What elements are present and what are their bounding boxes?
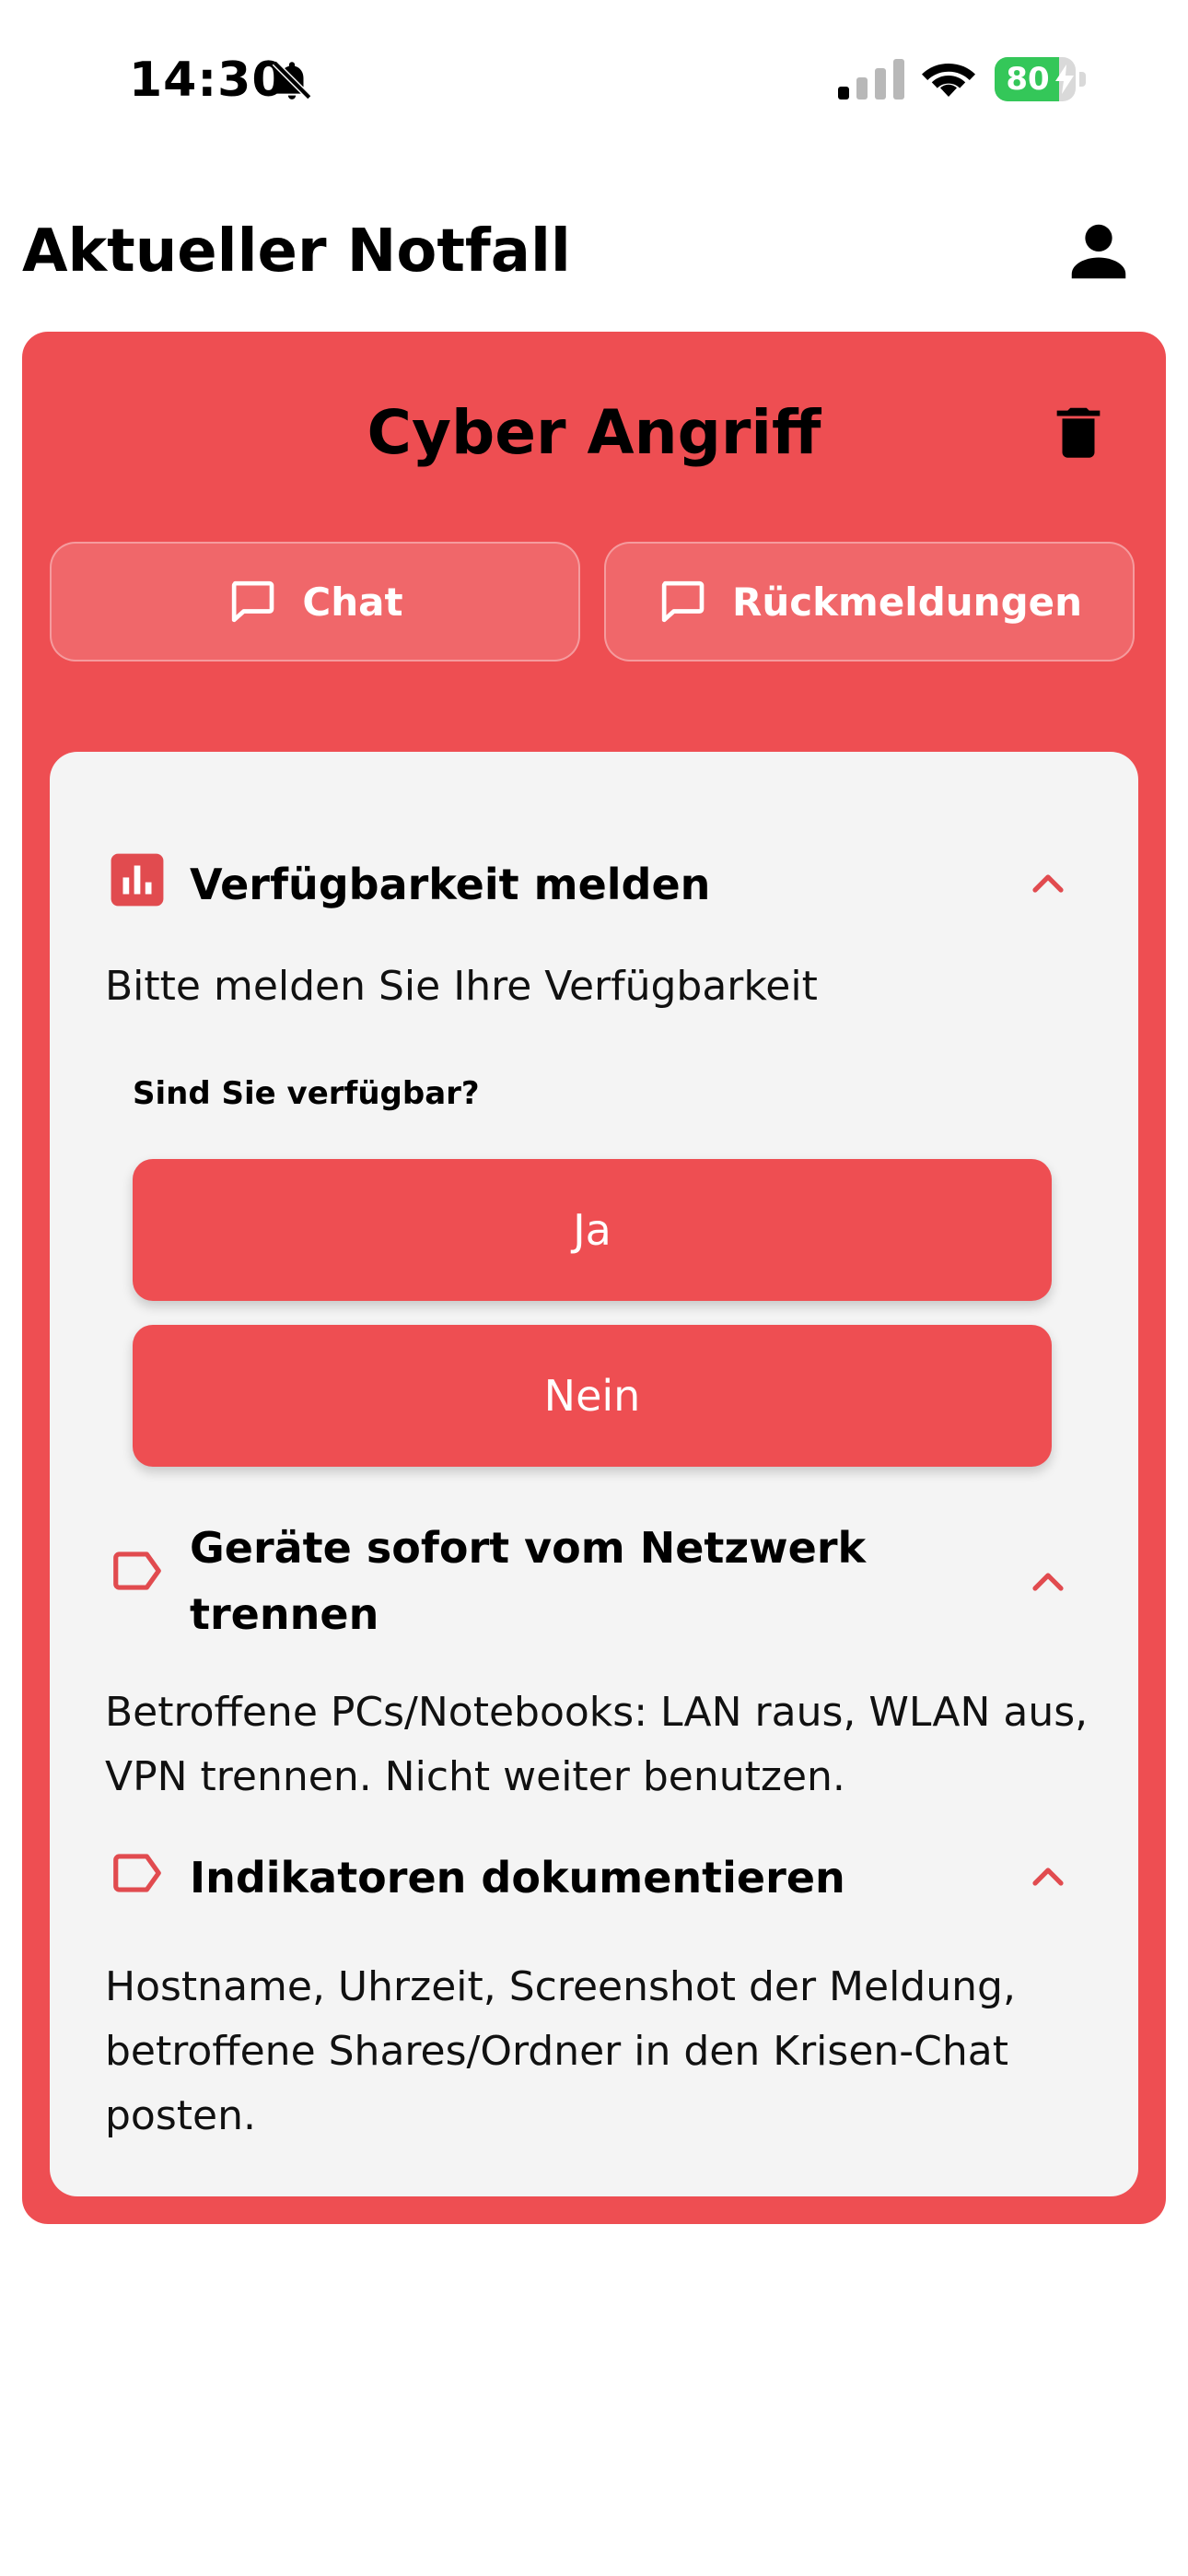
- feedback-button[interactable]: Rückmeldungen: [604, 542, 1135, 662]
- label-icon: [113, 1854, 161, 1892]
- signal-icon: [838, 59, 904, 100]
- trash-icon[interactable]: [1046, 400, 1111, 464]
- chevron-up-icon[interactable]: [1026, 1561, 1070, 1605]
- bell-slash-icon: [272, 60, 312, 100]
- bar-chart-icon: [111, 853, 164, 907]
- chevron-up-icon[interactable]: [1026, 1856, 1070, 1900]
- question-label: Sind Sie verfügbar?: [133, 1075, 480, 1112]
- chat-bubble-icon: [661, 580, 705, 623]
- section-text: Bitte melden Sie Ihre Verfügbarkeit: [105, 963, 818, 1010]
- no-button[interactable]: Nein: [133, 1325, 1052, 1467]
- emergency-card: Cyber Angriff Chat Rückmeldungen Verfügb…: [22, 332, 1166, 2224]
- wifi-icon: [922, 64, 975, 97]
- page-title: Aktueller Notfall: [22, 217, 571, 286]
- status-time: 14:30: [129, 53, 286, 108]
- chat-bubble-icon: [232, 580, 274, 623]
- label-icon: [113, 1551, 161, 1590]
- battery-cap: [1079, 72, 1086, 87]
- yes-button[interactable]: Ja: [133, 1159, 1052, 1301]
- person-icon[interactable]: [1063, 216, 1135, 287]
- section-title: Verfügbarkeit melden: [190, 860, 711, 909]
- section-header-indicators[interactable]: Indikatoren dokumentieren: [109, 1844, 982, 1911]
- feedback-button-label: Rückmeldungen: [731, 579, 1083, 625]
- chat-button-label: Chat: [302, 579, 403, 625]
- section-text: Hostname, Uhrzeit, Screenshot der Meldun…: [105, 1963, 1016, 2139]
- section-text: Betroffene PCs/Notebooks: LAN raus, WLAN…: [105, 1689, 1089, 1800]
- battery-indicator: 80: [995, 57, 1087, 101]
- section-header-availability[interactable]: Verfügbarkeit melden: [109, 851, 982, 918]
- charging-bolt-icon: [1055, 64, 1074, 94]
- checklist-panel: Verfügbarkeit melden Bitte melden Sie Ih…: [50, 752, 1138, 2196]
- section-title: Geräte sofort vom Netzwerk trennen: [190, 1523, 867, 1639]
- section-title: Indikatoren dokumentieren: [190, 1853, 845, 1903]
- chevron-up-icon[interactable]: [1026, 862, 1070, 907]
- section-header-disconnect[interactable]: Geräte sofort vom Netzwerk trennen: [109, 1515, 982, 1647]
- battery-level: 80: [1006, 61, 1050, 98]
- chat-button[interactable]: Chat: [50, 542, 580, 662]
- status-bar: 14:30 80: [0, 0, 1188, 166]
- emergency-title: Cyber Angriff: [367, 397, 821, 468]
